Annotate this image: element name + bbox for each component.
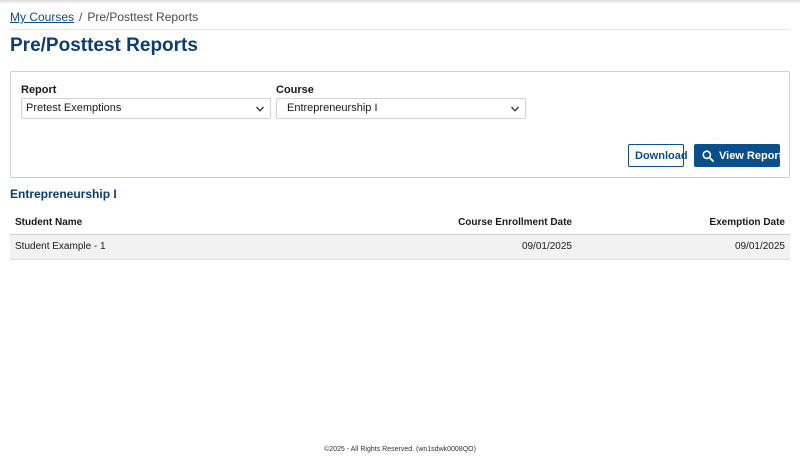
column-header-enrollment-date[interactable]: Course Enrollment Date	[458, 217, 572, 229]
report-table: Student Name Course Enrollment Date Exem…	[10, 211, 790, 260]
filter-panel: Report Pretest Exemptions Course Entrepr…	[10, 71, 790, 178]
table-header: Student Name Course Enrollment Date Exem…	[10, 211, 790, 235]
enrollment-date-cell: 09/01/2025	[521, 241, 572, 252]
course-select-value: Entrepreneurship I	[287, 102, 378, 114]
header-divider	[10, 29, 790, 30]
exemption-date-cell: 09/01/2025	[734, 241, 785, 252]
course-select[interactable]: Entrepreneurship I	[276, 98, 526, 119]
search-icon	[702, 150, 714, 162]
top-shadow	[0, 0, 800, 4]
report-section-title: Entrepreneurship I	[10, 187, 117, 201]
student-name-cell: Student Example - 1	[15, 241, 106, 252]
download-button[interactable]: Download	[628, 144, 688, 167]
table-row: Student Example - 1 09/01/2025 09/01/202…	[10, 235, 790, 260]
breadcrumb-link-my-courses[interactable]: My Courses	[10, 10, 74, 24]
report-field-label: Report	[21, 84, 57, 96]
view-report-label: View Report	[719, 150, 783, 162]
page-title: Pre/Posttest Reports	[10, 35, 198, 56]
column-header-exemption-date[interactable]: Exemption Date	[709, 217, 785, 229]
footer-copyright: ©2025 - All Rights Reserved. (wn1sdwk000…	[324, 446, 476, 453]
course-field-label: Course	[276, 84, 314, 96]
breadcrumb: My Courses / Pre/Posttest Reports	[10, 10, 198, 24]
report-select[interactable]: Pretest Exemptions	[21, 98, 271, 119]
view-report-button[interactable]: View Report	[694, 144, 783, 167]
chevron-down-icon	[256, 106, 264, 112]
column-header-student-name[interactable]: Student Name	[15, 217, 82, 229]
report-select-value: Pretest Exemptions	[26, 102, 122, 114]
chevron-down-icon	[511, 106, 519, 112]
breadcrumb-current: Pre/Posttest Reports	[87, 10, 199, 24]
breadcrumb-separator: /	[79, 10, 83, 24]
